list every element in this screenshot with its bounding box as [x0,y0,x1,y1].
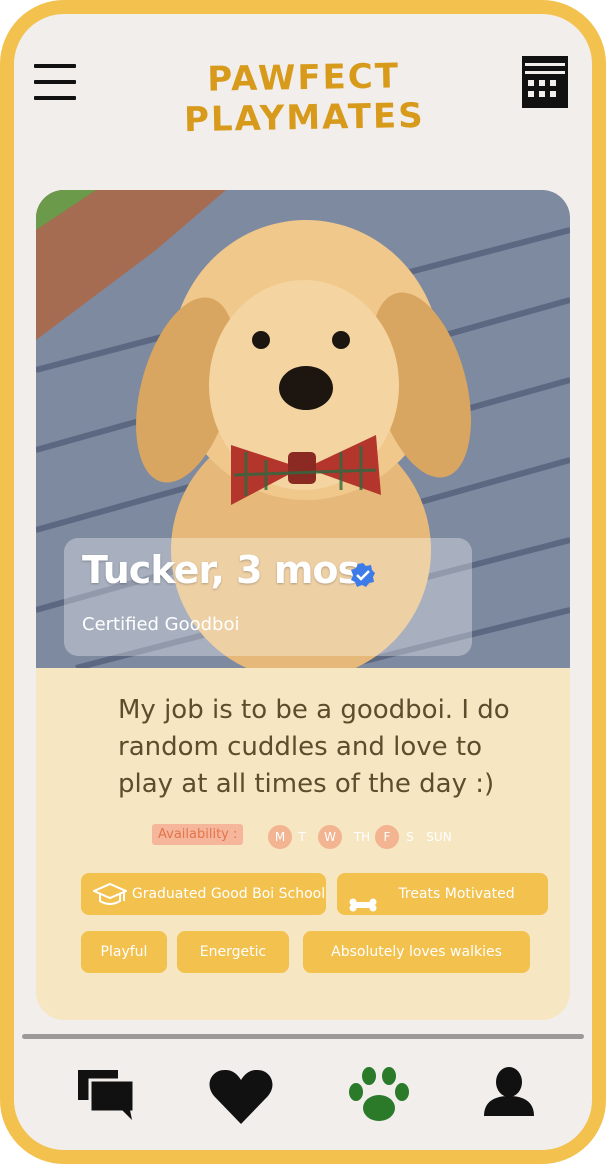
tag-loves-walkies: Absolutely loves walkies [303,931,530,973]
bone-icon [349,887,377,929]
profile-card[interactable]: Tucker, 3 mos. Certified Goodboi My job … [36,190,570,1020]
tag-treats-motivated: Treats Motivated [337,873,548,915]
tag-label: Treats Motivated [398,886,515,902]
nav-divider [22,1034,584,1039]
day-wednesday: W [318,825,342,849]
paw-icon[interactable] [348,1066,410,1128]
hamburger-menu-icon[interactable] [34,64,76,102]
availability-label: Availability : [152,824,244,845]
phone-frame: PAWFECT PLAYMATES Tucker, 3 mos. Certifi… [0,0,606,1164]
user-icon[interactable] [482,1066,536,1122]
graduation-cap-icon [91,882,129,925]
heart-icon[interactable] [208,1068,274,1130]
day-saturday: S [406,830,414,844]
pet-photo: Tucker, 3 mos. Certified Goodboi [36,190,570,680]
pet-name-overlay: Tucker, 3 mos. Certified Goodboi [64,538,472,656]
tag-energetic: Energetic [177,931,289,973]
tag-label: Graduated Good Boi School [131,886,326,902]
calendar-icon[interactable] [522,56,568,108]
day-tuesday: T [298,830,306,844]
tag-playful: Playful [81,931,167,973]
day-thursday: TH [353,830,371,844]
pet-bio: My job is to be a goodboi. I do random c… [118,695,510,799]
pet-name: Tucker, 3 mos. [82,548,374,592]
app-title: PAWFECT PLAYMATES [183,56,426,141]
tag-graduated: Graduated Good Boi School [81,873,326,915]
pet-subtitle: Certified Goodboi [82,614,240,635]
app-header: PAWFECT PLAYMATES [14,14,592,164]
availability-row: Availability : M T W TH F S SUN [152,823,552,851]
chat-bubbles-icon[interactable] [76,1068,136,1124]
verified-badge-icon [350,562,376,588]
day-sunday: SUN [426,830,452,844]
bottom-nav [14,1054,592,1144]
day-monday: M [268,825,292,849]
day-friday: F [375,825,399,849]
